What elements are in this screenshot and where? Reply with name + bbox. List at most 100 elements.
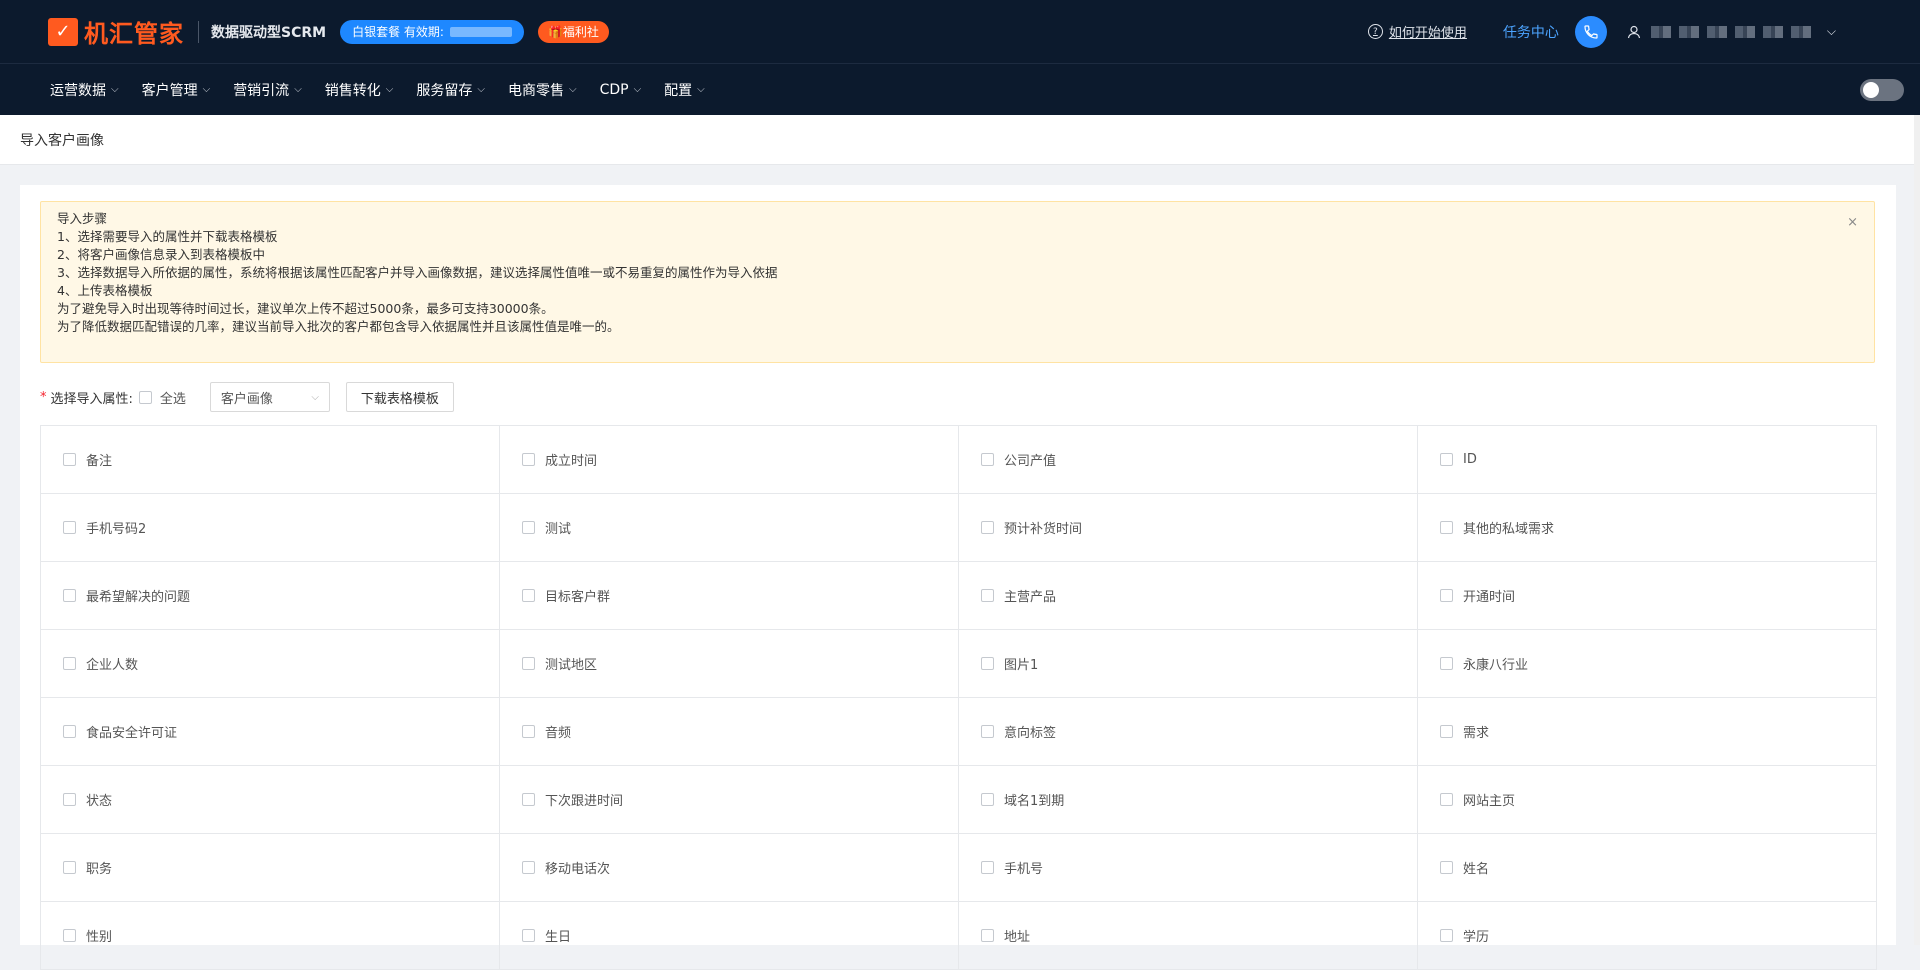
attribute-label: 生日 <box>545 930 572 945</box>
logo[interactable]: ✓ 机汇管家 <box>48 14 184 49</box>
nav-item-config[interactable]: 配置 ⌵ <box>664 80 705 100</box>
attribute-option[interactable]: 永康八行业 <box>1418 630 1877 698</box>
checkbox[interactable] <box>63 929 76 942</box>
checkbox[interactable] <box>63 861 76 874</box>
attribute-option[interactable]: 图片1 <box>959 630 1418 698</box>
help-link[interactable]: ? 如何开始使用 <box>1367 22 1467 41</box>
attribute-option[interactable]: 职务 <box>41 834 500 902</box>
attribute-label: 意向标签 <box>1004 726 1057 741</box>
nav-item-service[interactable]: 服务留存 ⌵ <box>416 80 485 100</box>
nav-item-customers[interactable]: 客户管理 ⌵ <box>142 80 211 100</box>
attribute-option[interactable]: 地址 <box>959 902 1418 970</box>
attribute-option[interactable]: 音频 <box>500 698 959 766</box>
attribute-option[interactable]: 姓名 <box>1418 834 1877 902</box>
checkbox[interactable] <box>1440 521 1453 534</box>
attribute-option[interactable]: 移动电话次 <box>500 834 959 902</box>
attribute-option[interactable]: 目标客户群 <box>500 562 959 630</box>
alert-line: 导入步骤 <box>57 211 108 226</box>
checkbox[interactable] <box>1440 589 1453 602</box>
nav-item-operations[interactable]: 运营数据 ⌵ <box>50 80 119 100</box>
download-template-button[interactable]: 下载表格模板 <box>345 382 454 412</box>
attribute-option[interactable]: 预计补货时间 <box>959 494 1418 562</box>
attribute-option[interactable]: 测试地区 <box>500 630 959 698</box>
close-icon[interactable]: × <box>1847 214 1858 232</box>
attribute-label: 手机号 <box>1004 862 1044 877</box>
plan-badge[interactable]: 白银套餐 有效期: <box>340 19 524 44</box>
phone-icon <box>1584 24 1598 39</box>
attribute-label: 主营产品 <box>1004 590 1057 605</box>
attribute-option[interactable]: 需求 <box>1418 698 1877 766</box>
checkbox[interactable] <box>1440 725 1453 738</box>
checkbox[interactable] <box>981 589 994 602</box>
logo-text: 机汇管家 <box>84 20 184 48</box>
nav-item-marketing[interactable]: 营销引流 ⌵ <box>233 80 302 100</box>
attribute-option[interactable]: 手机号 <box>959 834 1418 902</box>
checkbox[interactable] <box>63 793 76 806</box>
checkbox[interactable] <box>1440 793 1453 806</box>
scrollbar[interactable] <box>1914 115 1920 945</box>
attribute-type-select[interactable]: 客户画像 ⌵ <box>209 382 330 412</box>
checkbox[interactable] <box>522 725 535 738</box>
user-menu[interactable]: ⌵ <box>1627 24 1836 39</box>
select-all-checkbox[interactable]: 全选 <box>138 388 186 407</box>
nav-item-ecommerce[interactable]: 电商零售 ⌵ <box>508 80 577 100</box>
attribute-label: ID <box>1463 452 1477 467</box>
attribute-grid: 备注 成立时间 公司产值 ID 手机号码2 测试 预计补货时间 其他的私域需求最希望解决的问题… <box>40 425 1877 970</box>
checkbox[interactable] <box>522 521 535 534</box>
theme-toggle[interactable] <box>1860 78 1904 101</box>
attribute-option[interactable]: 学历 <box>1418 902 1877 970</box>
checkbox[interactable] <box>522 861 535 874</box>
checkbox[interactable] <box>981 657 994 670</box>
attr-label: 选择导入属性: <box>50 391 133 407</box>
checkbox[interactable] <box>522 929 535 942</box>
attribute-option[interactable]: 企业人数 <box>41 630 500 698</box>
attribute-option[interactable]: 测试 <box>500 494 959 562</box>
checkbox[interactable] <box>981 521 994 534</box>
checkbox[interactable] <box>1440 929 1453 942</box>
checkbox[interactable] <box>522 453 535 466</box>
task-center-link[interactable]: 任务中心 <box>1503 22 1559 42</box>
checkbox[interactable] <box>522 589 535 602</box>
attribute-option[interactable]: 性别 <box>41 902 500 970</box>
checkbox[interactable] <box>1440 453 1453 466</box>
attribute-option[interactable]: 手机号码2 <box>41 494 500 562</box>
attribute-option[interactable]: 其他的私域需求 <box>1418 494 1877 562</box>
attribute-label: 网站主页 <box>1463 794 1516 809</box>
checkbox[interactable] <box>63 657 76 670</box>
attribute-option[interactable]: 食品安全许可证 <box>41 698 500 766</box>
checkbox[interactable] <box>138 390 152 404</box>
checkbox[interactable] <box>981 861 994 874</box>
attribute-option[interactable]: 成立时间 <box>500 426 959 494</box>
chevron-down-icon: ⌵ <box>633 84 642 95</box>
alert-line: 3、选择数据导入所依据的属性，系统将根据该属性匹配客户并导入画像数据，建议选择属… <box>57 265 778 280</box>
checkbox[interactable] <box>522 657 535 670</box>
checkbox[interactable] <box>1440 861 1453 874</box>
attribute-option[interactable]: 下次跟进时间 <box>500 766 959 834</box>
nav-item-sales[interactable]: 销售转化 ⌵ <box>325 80 394 100</box>
attribute-label: 备注 <box>86 454 113 469</box>
attribute-option[interactable]: 域名1到期 <box>959 766 1418 834</box>
attribute-option[interactable]: 开通时间 <box>1418 562 1877 630</box>
attribute-option[interactable]: 公司产值 <box>959 426 1418 494</box>
attribute-option[interactable]: 备注 <box>41 426 500 494</box>
attribute-option[interactable]: ID <box>1418 426 1877 494</box>
checkbox[interactable] <box>63 453 76 466</box>
checkbox[interactable] <box>1440 657 1453 670</box>
checkbox[interactable] <box>981 793 994 806</box>
attribute-option[interactable]: 生日 <box>500 902 959 970</box>
attribute-option[interactable]: 网站主页 <box>1418 766 1877 834</box>
checkbox[interactable] <box>63 521 76 534</box>
checkbox[interactable] <box>63 589 76 602</box>
welfare-badge[interactable]: 🎁福利社 <box>537 20 609 43</box>
nav-item-cdp[interactable]: CDP ⌵ <box>600 82 642 98</box>
attribute-option[interactable]: 最希望解决的问题 <box>41 562 500 630</box>
checkbox[interactable] <box>981 453 994 466</box>
attribute-option[interactable]: 意向标签 <box>959 698 1418 766</box>
phone-button[interactable] <box>1574 15 1607 48</box>
attribute-option[interactable]: 状态 <box>41 766 500 834</box>
checkbox[interactable] <box>981 725 994 738</box>
checkbox[interactable] <box>981 929 994 942</box>
checkbox[interactable] <box>522 793 535 806</box>
checkbox[interactable] <box>63 725 76 738</box>
attribute-option[interactable]: 主营产品 <box>959 562 1418 630</box>
